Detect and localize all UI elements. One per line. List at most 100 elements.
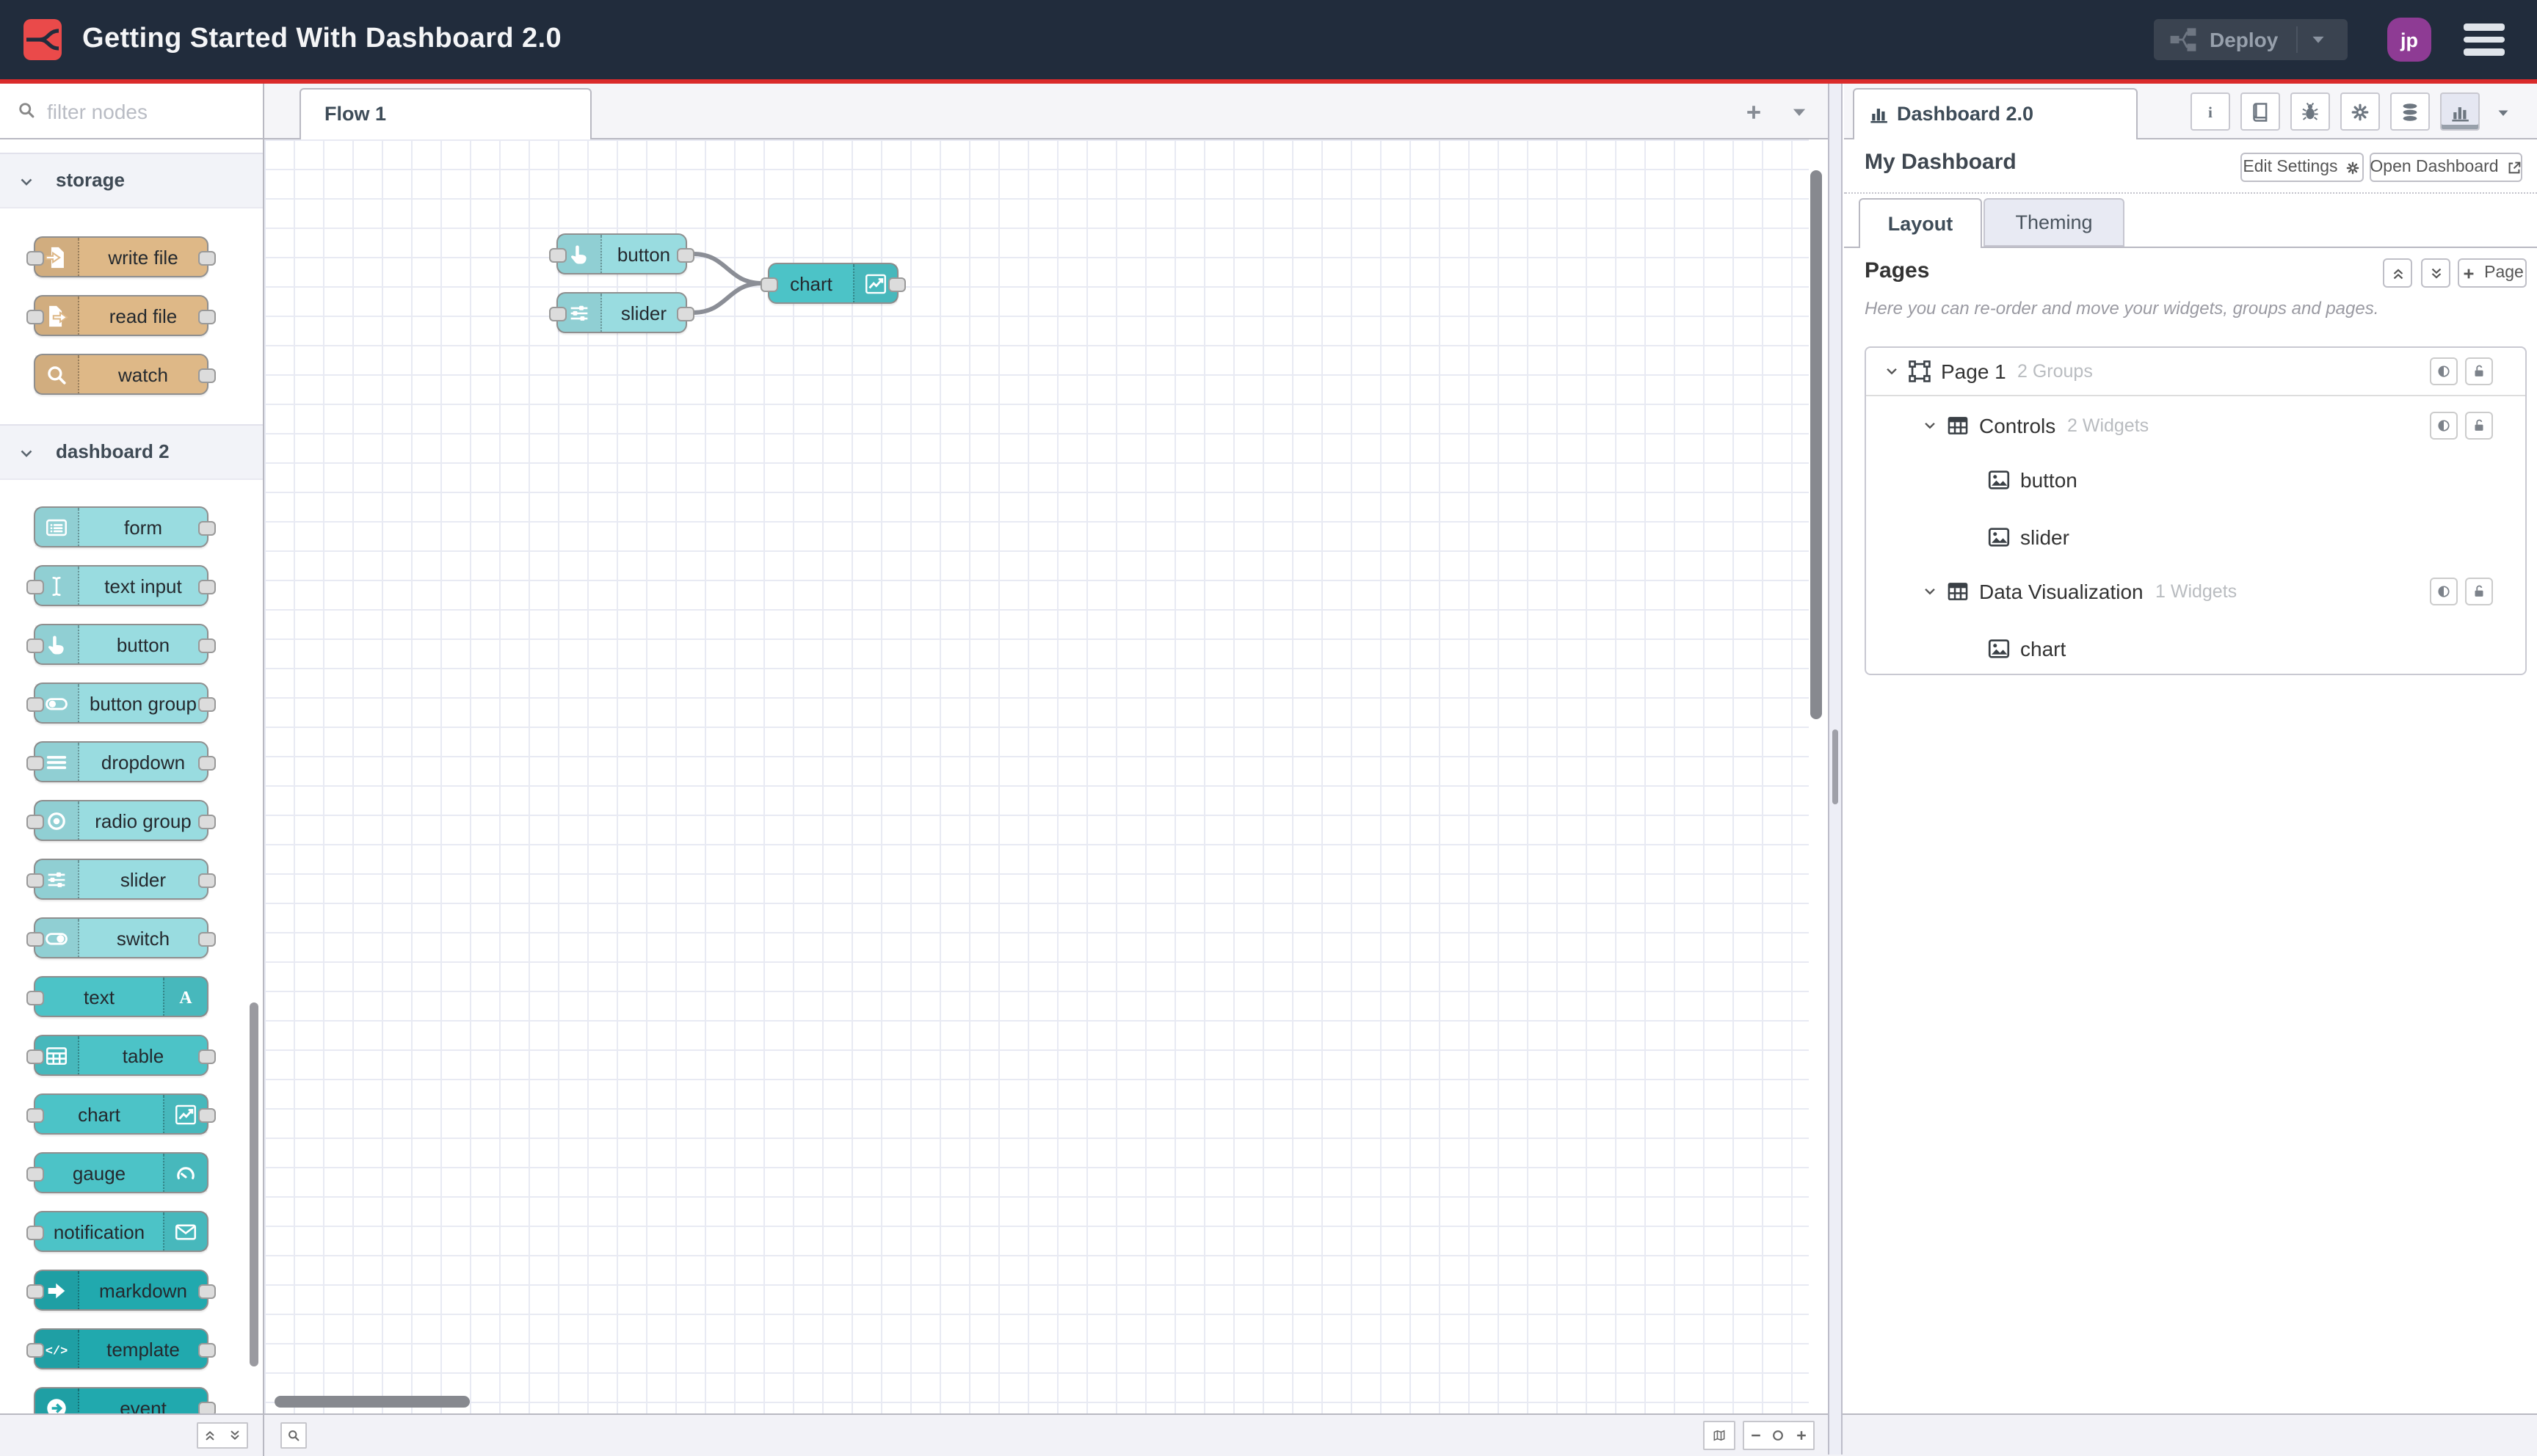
edit-settings-button[interactable]: Edit Settings: [2240, 153, 2364, 182]
canvas-search-button[interactable]: [280, 1422, 307, 1449]
tree-row-controls[interactable]: Controls 2 Widgets: [1866, 402, 2525, 449]
sidebar-tab-button-bug-icon[interactable]: [2290, 92, 2330, 131]
output-port[interactable]: [198, 873, 216, 887]
input-port[interactable]: [26, 309, 44, 324]
palette-node-radio-group[interactable]: radio group: [26, 800, 216, 841]
input-port[interactable]: [26, 1166, 44, 1181]
input-port[interactable]: [26, 931, 44, 946]
output-port[interactable]: [198, 931, 216, 946]
palette-expand-all-button[interactable]: [222, 1422, 248, 1449]
palette-scrollbar[interactable]: [250, 1002, 258, 1366]
palette-node-chart[interactable]: chart: [26, 1093, 216, 1135]
output-port[interactable]: [198, 520, 216, 535]
canvas-vertical-scrollbar[interactable]: [1810, 170, 1822, 719]
palette-node-button-group[interactable]: button group: [26, 682, 216, 724]
input-port[interactable]: [26, 1107, 44, 1122]
output-port[interactable]: [198, 579, 216, 594]
input-port[interactable]: [26, 873, 44, 887]
sidebar-tab-button-book-icon[interactable]: [2240, 92, 2280, 131]
palette-node-markdown[interactable]: markdown: [26, 1270, 216, 1311]
output-port[interactable]: [888, 277, 906, 291]
output-port[interactable]: [677, 306, 694, 321]
output-port[interactable]: [198, 1401, 216, 1413]
toggle-lock-button[interactable]: [2465, 412, 2493, 440]
flow-node-slider[interactable]: slider: [549, 292, 694, 333]
filter-nodes-input[interactable]: [44, 91, 253, 132]
palette-node-notification[interactable]: notification: [26, 1211, 208, 1252]
palette-node-button[interactable]: button: [26, 624, 216, 665]
output-port[interactable]: [198, 755, 216, 770]
palette-node-event[interactable]: event: [34, 1387, 216, 1413]
output-port[interactable]: [198, 1107, 216, 1122]
output-port[interactable]: [198, 250, 216, 265]
toggle-visibility-button[interactable]: [2430, 412, 2458, 440]
toggle-visibility-button[interactable]: [2430, 578, 2458, 605]
deploy-button[interactable]: Deploy: [2154, 19, 2348, 60]
sidebar-splitter[interactable]: [1828, 84, 1843, 1455]
open-dashboard-button[interactable]: Open Dashboard: [2370, 153, 2522, 182]
input-port[interactable]: [26, 990, 44, 1005]
wire[interactable]: [691, 252, 764, 285]
flow-node-chart[interactable]: chart: [761, 263, 906, 304]
palette-node-template[interactable]: </> template: [26, 1328, 216, 1369]
palette-node-watch[interactable]: watch: [34, 354, 216, 395]
flow-canvas[interactable]: button slider chart: [264, 139, 1828, 1413]
output-port[interactable]: [198, 309, 216, 324]
input-port[interactable]: [26, 1049, 44, 1063]
zoom-out-button[interactable]: [1743, 1421, 1768, 1450]
flow-node-button[interactable]: button: [549, 233, 694, 274]
input-port[interactable]: [26, 250, 44, 265]
palette-node-slider[interactable]: slider: [26, 859, 216, 900]
tree-row-data-visualization[interactable]: Data Visualization 1 Widgets: [1866, 568, 2525, 615]
canvas-horizontal-scrollbar[interactable]: [275, 1396, 470, 1408]
output-port[interactable]: [198, 1284, 216, 1298]
palette-node-read-file[interactable]: read file: [26, 295, 216, 336]
output-port[interactable]: [198, 638, 216, 652]
deploy-menu-caret-icon[interactable]: [2307, 29, 2328, 50]
palette-collapse-all-button[interactable]: [197, 1422, 223, 1449]
sidebar-tab-button-database-icon[interactable]: [2390, 92, 2430, 131]
add-flow-button[interactable]: [1740, 98, 1766, 125]
tab-layout[interactable]: Layout: [1859, 198, 1982, 248]
toggle-lock-button[interactable]: [2465, 578, 2493, 605]
sidebar-tab-button-dashboard-icon[interactable]: [2440, 92, 2480, 131]
tab-theming[interactable]: Theming: [1983, 198, 2124, 247]
input-port[interactable]: [26, 579, 44, 594]
zoom-in-button[interactable]: [1790, 1421, 1815, 1450]
input-port[interactable]: [26, 1225, 44, 1240]
palette-node-switch[interactable]: switch: [26, 917, 216, 958]
palette-node-form[interactable]: form: [34, 506, 216, 547]
user-avatar[interactable]: jp: [2387, 18, 2431, 62]
output-port[interactable]: [198, 1049, 216, 1063]
palette-node-dropdown[interactable]: dropdown: [26, 741, 216, 782]
input-port[interactable]: [26, 696, 44, 711]
palette-category-dashboard-2[interactable]: dashboard 2: [0, 424, 263, 480]
tree-row-slider[interactable]: slider: [1866, 514, 2525, 561]
add-page-button[interactable]: Page: [2458, 258, 2527, 288]
input-port[interactable]: [26, 1342, 44, 1357]
collapse-all-button[interactable]: [2383, 258, 2412, 288]
output-port[interactable]: [677, 247, 694, 262]
tree-row-page-1[interactable]: Page 1 2 Groups: [1866, 348, 2525, 396]
zoom-reset-button[interactable]: [1766, 1421, 1791, 1450]
sidebar-tab-button-info-icon[interactable]: i: [2191, 92, 2230, 131]
tab-flow-1[interactable]: Flow 1: [300, 88, 592, 139]
palette-category-storage[interactable]: storage: [0, 153, 263, 208]
output-port[interactable]: [198, 814, 216, 829]
output-port[interactable]: [198, 696, 216, 711]
wire[interactable]: [691, 281, 764, 315]
tree-row-button[interactable]: button: [1866, 456, 2525, 503]
input-port[interactable]: [26, 755, 44, 770]
toggle-visibility-button[interactable]: [2430, 357, 2458, 385]
palette-node-write-file[interactable]: write file: [26, 236, 216, 277]
input-port[interactable]: [761, 277, 778, 291]
input-port[interactable]: [26, 638, 44, 652]
toggle-lock-button[interactable]: [2465, 357, 2493, 385]
palette-node-gauge[interactable]: gauge: [26, 1152, 208, 1193]
expand-all-button[interactable]: [2421, 258, 2450, 288]
sidebar-menu-caret-icon[interactable]: [2494, 103, 2512, 120]
chevron-down-icon[interactable]: [1922, 583, 1938, 600]
navigator-map-button[interactable]: [1703, 1421, 1735, 1450]
palette-node-table[interactable]: table: [26, 1035, 216, 1076]
input-port[interactable]: [549, 306, 567, 321]
